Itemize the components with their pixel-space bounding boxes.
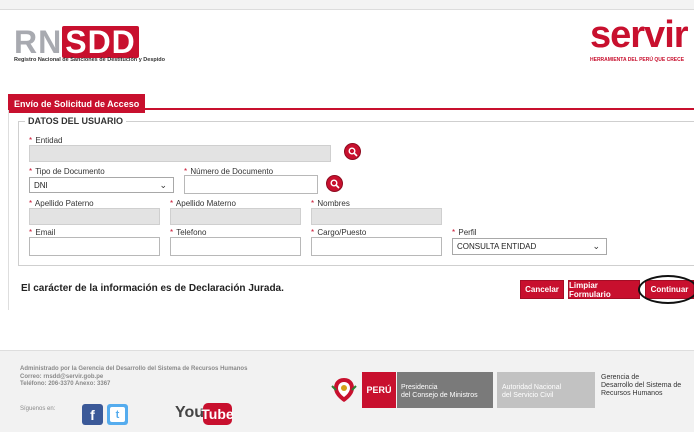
search-icon	[330, 179, 340, 189]
declaration-text: El carácter de la información es de Decl…	[21, 283, 284, 294]
cancel-button[interactable]: Cancelar	[520, 280, 564, 299]
telefono-label: * Telefono	[170, 228, 207, 237]
peru-crest-icon	[331, 378, 357, 402]
youtube-icon[interactable]: You	[175, 404, 204, 422]
search-icon	[348, 147, 358, 157]
tipo-documento-label: * Tipo de Documento	[29, 167, 105, 176]
perfil-select[interactable]: CONSULTA ENTIDAD ⌄	[452, 238, 607, 255]
numero-documento-search-button[interactable]	[326, 175, 343, 192]
peru-badge[interactable]: PERÚ	[362, 372, 396, 408]
rnsdd-logo[interactable]: RN SDD	[14, 20, 139, 58]
chevron-down-icon: ⌄	[592, 241, 600, 251]
fieldset-legend: DATOS DEL USUARIO	[28, 116, 124, 126]
youtube-tube-badge[interactable]: Tube	[201, 403, 234, 425]
logo-rn: RN	[14, 24, 63, 60]
apellido-paterno-field[interactable]	[29, 208, 160, 225]
continue-highlight-circle	[638, 275, 694, 304]
phone-line: Teléfono: 206-3370 Anexo: 3367	[20, 381, 111, 387]
entidad-label: * Entidad	[29, 136, 63, 145]
perfil-label: * Perfil	[452, 228, 477, 237]
numero-documento-field[interactable]	[184, 175, 318, 194]
email-field[interactable]	[29, 237, 160, 256]
servir-subtitle: HERRAMIENTA DEL PERÚ QUE CRECE	[590, 57, 685, 63]
admin-info: Administrado por la Gerencia del Desarro…	[20, 366, 247, 389]
twitter-icon[interactable]: t	[107, 404, 128, 425]
telefono-field[interactable]	[170, 237, 301, 256]
top-strip	[0, 0, 694, 10]
anc-badge[interactable]: Autoridad Nacional del Servicio Civil	[497, 372, 595, 408]
apellido-materno-field[interactable]	[170, 208, 301, 225]
apellido-paterno-label: * Apellido Paterno	[29, 199, 94, 208]
logo-subtitle: Registro Nacional de Sanciones de Destit…	[14, 57, 165, 63]
chevron-down-icon: ⌄	[159, 180, 167, 190]
cargo-puesto-label: * Cargo/Puesto	[311, 228, 367, 237]
logo-sdd: SDD	[62, 26, 139, 58]
email-label: * Email	[29, 228, 56, 237]
clear-form-button[interactable]: Limpiar Formulario	[568, 280, 640, 299]
admin-line: Administrado por la Gerencia del Desarro…	[20, 366, 248, 372]
nombres-label: * Nombres	[311, 199, 350, 208]
nombres-field[interactable]	[311, 208, 442, 225]
cargo-puesto-field[interactable]	[311, 237, 442, 256]
apellido-materno-label: * Apellido Materno	[170, 199, 236, 208]
follow-label: Síguenos en:	[20, 406, 56, 412]
page: RN SDD Registro Nacional de Sanciones de …	[0, 0, 694, 432]
facebook-icon[interactable]: f	[82, 404, 103, 425]
email-line[interactable]: Correo: rnsdd@servir.gob.pe	[20, 374, 247, 382]
entidad-search-button[interactable]	[344, 143, 361, 160]
entidad-field[interactable]	[29, 145, 331, 162]
grh-badge[interactable]: Gerencia de Desarrollo del Sistema de Re…	[598, 372, 694, 408]
pcm-badge[interactable]: Presidencia del Consejo de Ministros	[397, 372, 493, 408]
servir-logo[interactable]: servir	[590, 16, 689, 54]
tipo-documento-select[interactable]: DNI ⌄	[29, 177, 174, 193]
